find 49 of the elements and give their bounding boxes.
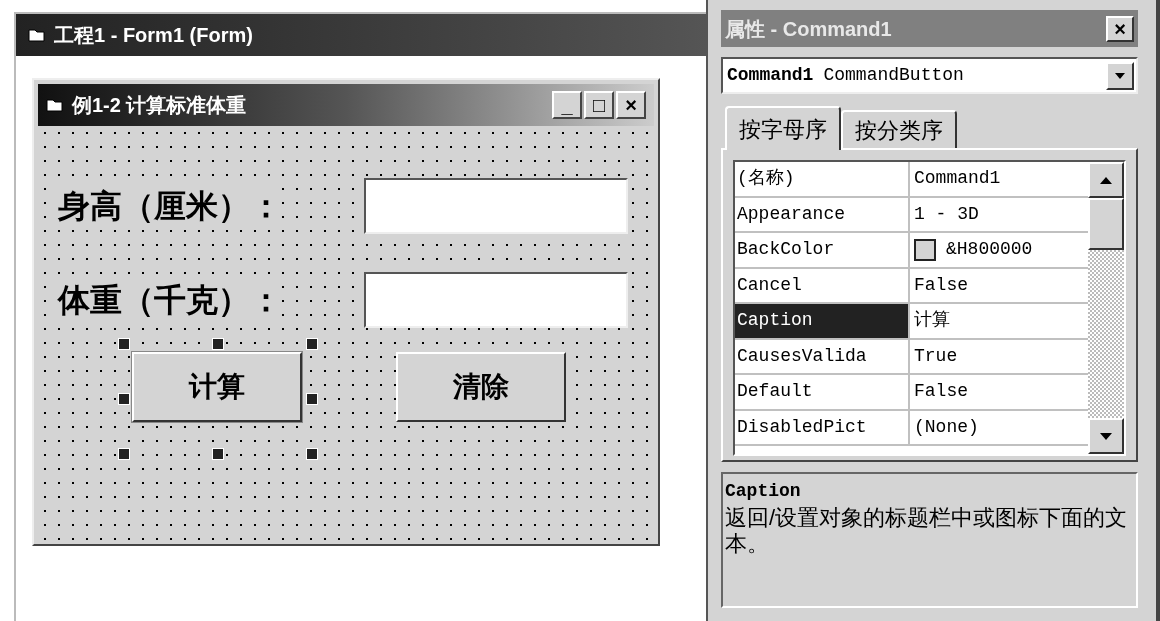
property-name[interactable]: Appearance [735, 197, 910, 231]
form-title: 例1-2 计算标准体重 [72, 93, 248, 118]
resize-handle[interactable] [306, 448, 318, 460]
object-type: CommandButton [823, 64, 965, 87]
property-value[interactable]: 计算 [914, 307, 950, 335]
property-value[interactable]: &H800000 [946, 236, 1033, 264]
text-box[interactable] [364, 272, 628, 328]
description-text: 返回/设置对象的标题栏中或图标下面的文本。 [725, 505, 1129, 557]
title-bar-button[interactable]: × [616, 91, 646, 119]
scroll-up-icon[interactable] [1088, 162, 1124, 198]
scroll-thumb[interactable] [1088, 198, 1124, 250]
close-button[interactable]: × [1106, 15, 1134, 42]
property-name[interactable]: DisabledPict [735, 410, 910, 444]
text-box[interactable] [364, 178, 628, 234]
resize-handle[interactable] [306, 393, 318, 405]
property-value[interactable]: False [914, 271, 968, 299]
property-name[interactable]: Cancel [735, 268, 910, 302]
folder-icon [46, 97, 64, 113]
resize-handle[interactable] [118, 448, 130, 460]
description-title: Caption [725, 480, 802, 503]
property-name[interactable]: CausesValida [735, 339, 910, 373]
window-title: 工程1 - Form1 (Form) [54, 23, 253, 48]
folder-icon [28, 27, 46, 43]
property-name[interactable]: Caption [735, 304, 910, 338]
property-value[interactable]: (None) [914, 413, 979, 441]
property-name[interactable]: Default [735, 375, 910, 409]
property-value[interactable]: 1 - 3D [914, 200, 979, 228]
properties-title: 属性 - Command1 [725, 16, 892, 42]
title-bar-button[interactable]: _ [552, 91, 582, 119]
property-tab[interactable]: 按分类序 [841, 110, 957, 148]
resize-handle[interactable] [212, 448, 224, 460]
scrollbar[interactable] [1088, 162, 1124, 454]
object-name: Command1 [727, 64, 814, 87]
resize-handle[interactable] [118, 338, 130, 350]
command-button[interactable]: 计算 [132, 352, 302, 422]
resize-handle[interactable] [212, 338, 224, 350]
resize-handle[interactable] [306, 338, 318, 350]
property-name[interactable]: BackColor [735, 233, 910, 267]
property-value[interactable]: True [914, 342, 958, 370]
scroll-down-icon[interactable] [1088, 418, 1124, 454]
color-swatch [914, 238, 936, 261]
property-value[interactable]: Command1 [914, 165, 1001, 193]
command-button[interactable]: 清除 [396, 352, 566, 422]
title-bar-button[interactable]: □ [584, 91, 614, 119]
property-value[interactable]: False [914, 378, 968, 406]
property-name[interactable]: (名称) [735, 162, 910, 196]
resize-handle[interactable] [118, 393, 130, 405]
object-dropdown[interactable]: Command1 CommandButton [721, 57, 1138, 94]
property-tab[interactable]: 按字母序 [725, 106, 841, 150]
